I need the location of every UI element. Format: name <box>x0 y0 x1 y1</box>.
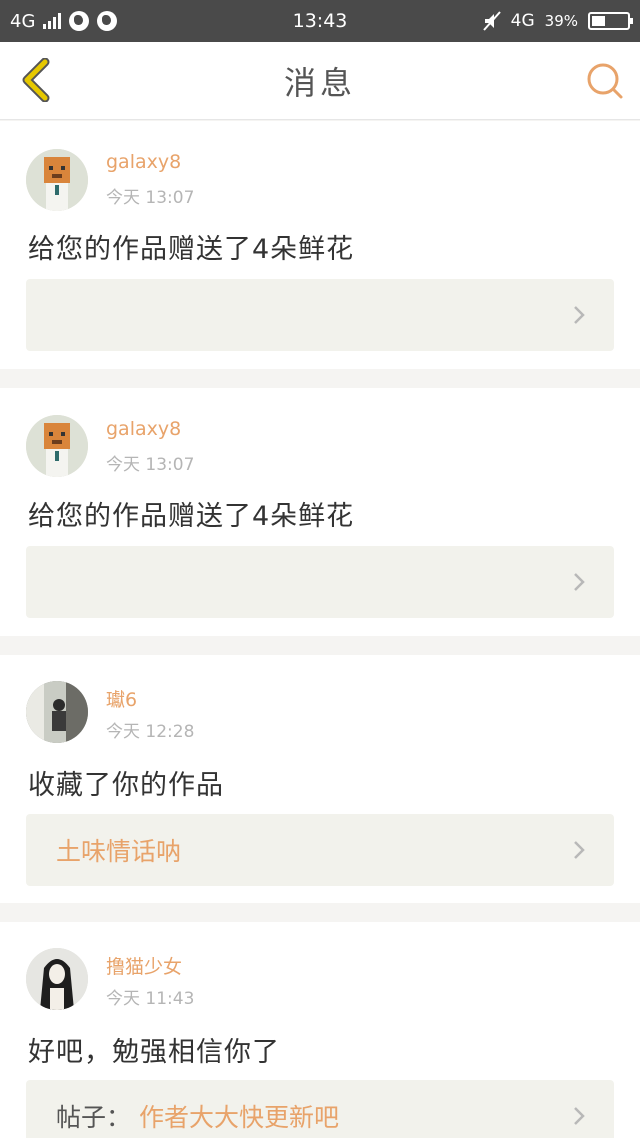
page-title: 消息 <box>283 63 356 102</box>
search-button[interactable] <box>586 62 624 100</box>
message-text: 收藏了你的作品 <box>28 770 224 801</box>
status-right: 4G 39% <box>390 11 633 31</box>
quoted-work[interactable] <box>26 279 614 351</box>
message-text: 给您的作品赠送了4朵鲜花 <box>28 501 355 532</box>
message-text: 好吧，勉强相信你了 <box>28 1037 280 1068</box>
username[interactable]: 撸猫少女 <box>106 952 182 979</box>
chevron-left-icon <box>22 58 50 102</box>
status-time: 13:43 <box>292 10 348 32</box>
message-card[interactable]: galaxy8 今天 13:07 给您的作品赠送了4朵鲜花 <box>0 121 640 369</box>
avatar-image <box>26 149 88 211</box>
username[interactable]: galaxy8 <box>106 151 181 173</box>
avatar-image <box>26 681 88 743</box>
chevron-right-icon <box>574 1107 585 1125</box>
message-time: 今天 13:07 <box>106 455 195 475</box>
message-card[interactable]: 瓛6 今天 12:28 收藏了你的作品 土味情话呐 <box>0 655 640 903</box>
network-type-left: 4G <box>10 10 36 32</box>
avatar-image <box>26 415 88 477</box>
status-left: 4G <box>10 11 250 32</box>
avatar-image <box>26 948 88 1010</box>
header: 消息 <box>0 42 640 120</box>
quote-text: 土味情话呐 <box>56 837 182 866</box>
username[interactable]: galaxy8 <box>106 418 181 440</box>
message-card[interactable]: galaxy8 今天 13:07 给您的作品赠送了4朵鲜花 <box>0 388 640 636</box>
message-time: 今天 13:07 <box>106 188 195 208</box>
avatar[interactable] <box>26 948 88 1010</box>
chevron-right-icon <box>574 841 585 859</box>
chevron-right-icon <box>574 573 585 591</box>
mute-icon <box>482 11 501 31</box>
battery-icon <box>588 12 633 30</box>
quoted-post[interactable]: 帖子： 作者大大快更新吧 <box>26 1080 614 1138</box>
message-time: 今天 11:43 <box>106 989 195 1009</box>
username[interactable]: 瓛6 <box>106 685 137 712</box>
message-text: 给您的作品赠送了4朵鲜花 <box>28 234 355 265</box>
globe-icon-2 <box>97 11 118 31</box>
search-icon <box>587 63 623 99</box>
signal-icon <box>43 13 62 29</box>
avatar[interactable] <box>26 415 88 477</box>
quoted-work[interactable] <box>26 546 614 618</box>
quote-prefix: 帖子： <box>56 1103 132 1132</box>
quoted-work[interactable]: 土味情话呐 <box>26 814 614 886</box>
quote-text: 作者大大快更新吧 <box>139 1103 340 1132</box>
battery-percent: 39% <box>544 12 578 30</box>
message-card[interactable]: 撸猫少女 今天 11:43 好吧，勉强相信你了 帖子： 作者大大快更新吧 <box>0 922 640 1138</box>
chevron-right-icon <box>574 306 585 324</box>
avatar[interactable] <box>26 681 88 743</box>
globe-icon <box>69 11 90 31</box>
network-type-right: 4G <box>510 11 535 31</box>
avatar[interactable] <box>26 149 88 211</box>
message-time: 今天 12:28 <box>106 722 195 742</box>
status-bar: 4G 13:43 4G 39% <box>0 0 640 42</box>
back-button[interactable] <box>16 58 56 102</box>
